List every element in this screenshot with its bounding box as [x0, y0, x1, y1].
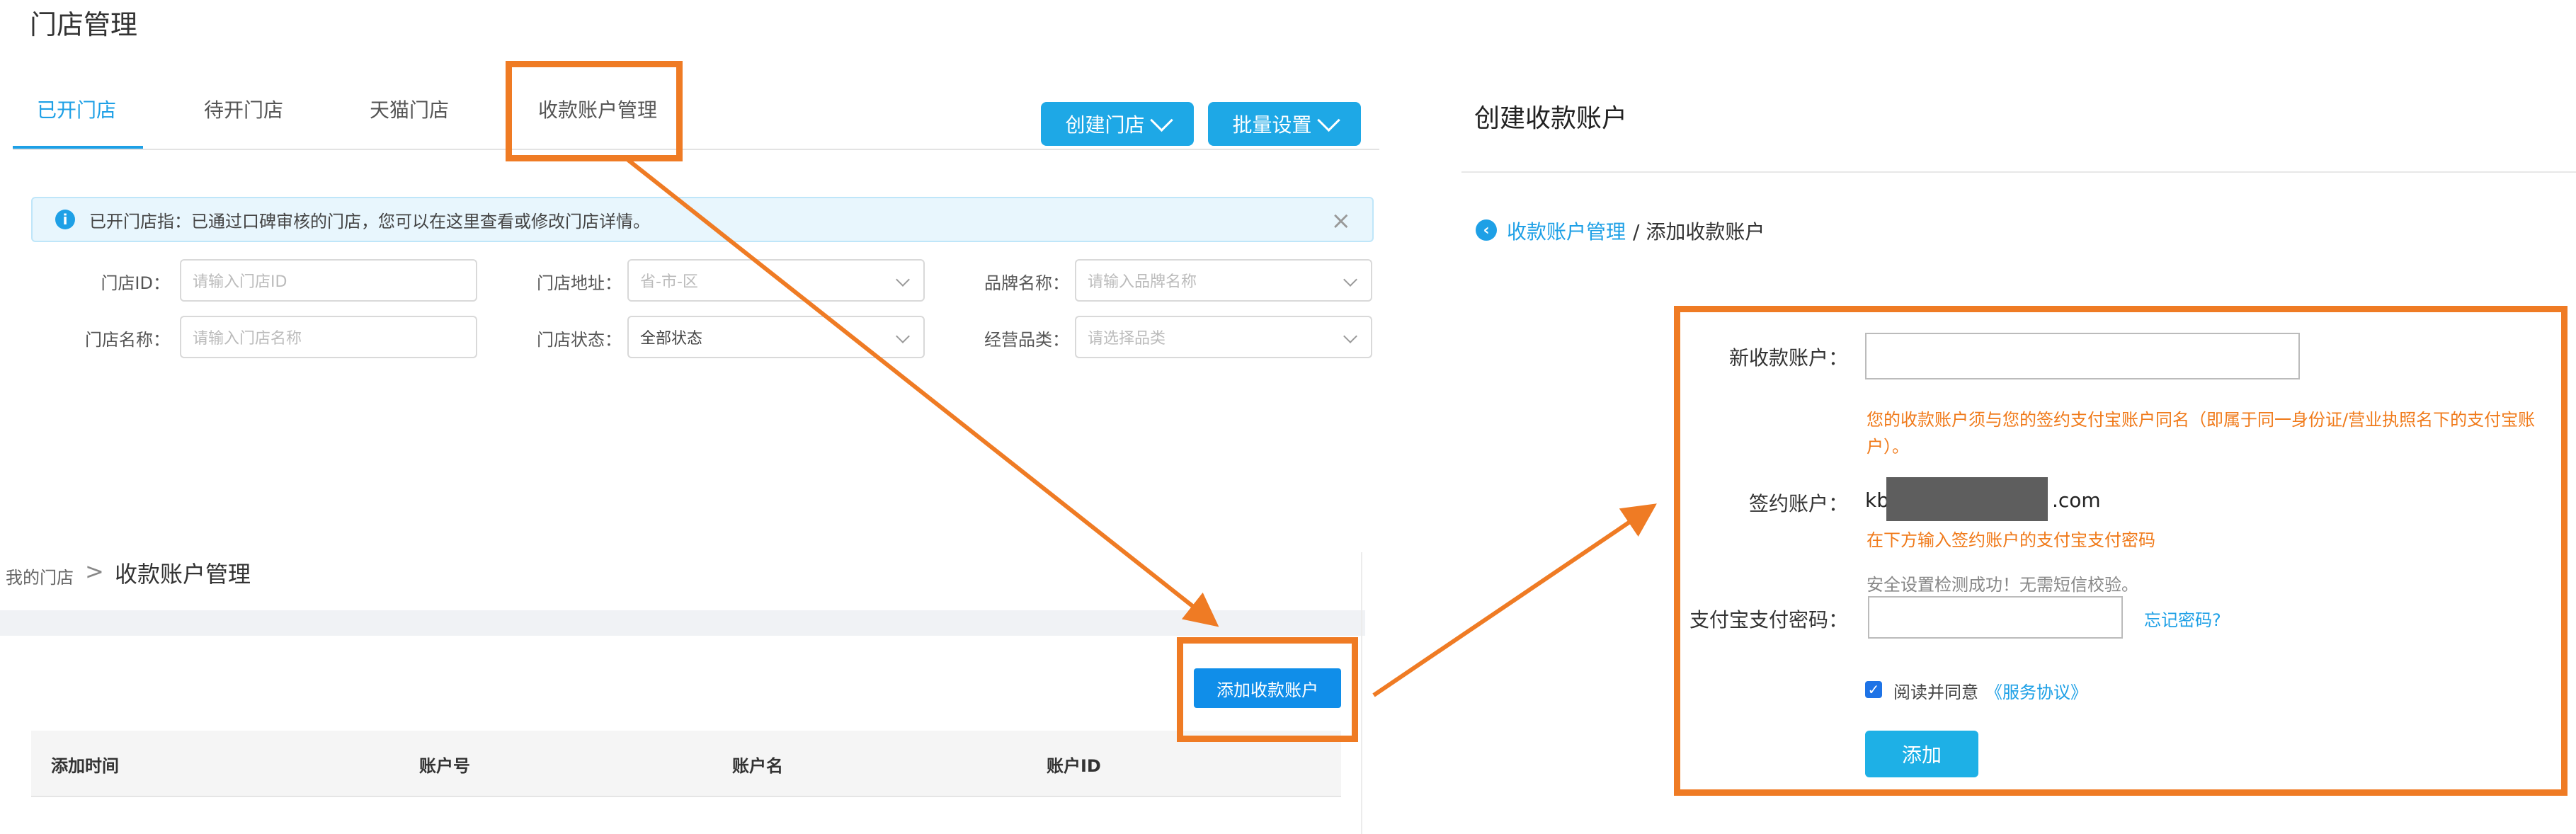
annotation-arrows	[623, 155, 1657, 697]
arrow-to-create-form	[1372, 503, 1657, 697]
arrow-to-add-button	[623, 155, 1219, 627]
